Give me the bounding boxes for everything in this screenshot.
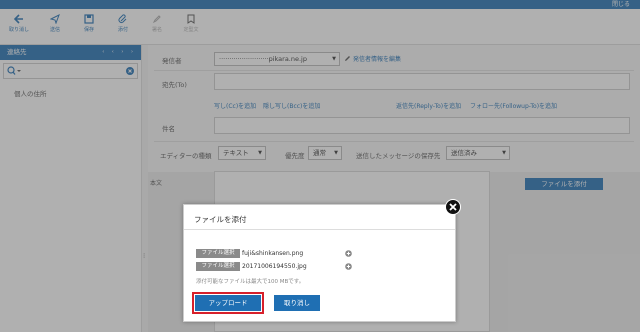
upload-limit-note: 添付可能なファイルは最大で100 MBです。: [196, 279, 305, 285]
divider: [184, 229, 455, 230]
add-file-icon[interactable]: [345, 263, 352, 270]
dialog-title: ファイルを添付: [194, 215, 247, 224]
upload-button[interactable]: アップロード: [195, 295, 261, 311]
attach-file-dialog: ファイルを添付 ファイル選択 fuji&shinkansen.png ファイル選…: [183, 204, 456, 322]
file-name: 20171006194550.jpg: [242, 263, 307, 270]
cancel-button[interactable]: 取り消し: [274, 295, 320, 311]
file-name: fuji&shinkansen.png: [242, 250, 304, 257]
choose-file-button[interactable]: ファイル選択: [196, 262, 240, 271]
close-icon[interactable]: [445, 199, 461, 215]
add-file-icon[interactable]: [345, 250, 352, 257]
choose-file-button[interactable]: ファイル選択: [196, 249, 240, 258]
